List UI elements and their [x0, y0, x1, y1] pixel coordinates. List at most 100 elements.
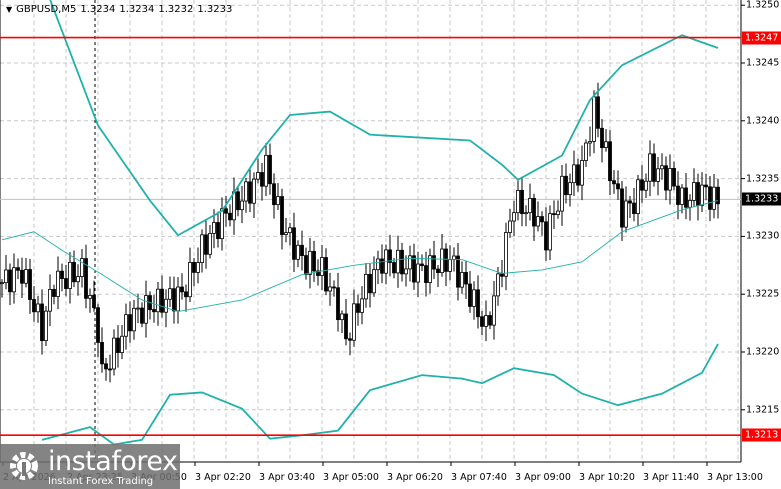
- candle-body: [240, 200, 244, 211]
- logo-name: instaforex: [48, 446, 178, 477]
- candle-body: [660, 165, 664, 170]
- candle-body: [396, 249, 400, 274]
- candle-body: [216, 222, 220, 240]
- high-value: 1.3234: [119, 4, 155, 15]
- candle-body: [8, 269, 12, 293]
- candle-body: [208, 232, 212, 255]
- candle-body: [348, 338, 352, 341]
- chart-title: ▼ GBPUSD,M5 1.3234 1.3234 1.3232 1.3233: [6, 4, 232, 15]
- candle-body: [92, 295, 96, 309]
- trading-chart-window: ▼ GBPUSD,M5 1.3234 1.3234 1.3232 1.3233 …: [0, 0, 781, 489]
- candle-body: [688, 200, 692, 208]
- candle-body: [628, 200, 632, 204]
- candle-body: [704, 184, 708, 188]
- candle-body: [176, 286, 180, 312]
- candle-body: [580, 160, 584, 186]
- candle-body: [604, 141, 608, 149]
- candle-body: [184, 291, 188, 298]
- candle-body: [504, 232, 508, 277]
- candle-body: [268, 154, 272, 185]
- candle-body: [244, 181, 248, 202]
- candle-body: [156, 288, 160, 313]
- candle-body: [304, 255, 308, 275]
- candle-body: [68, 261, 72, 289]
- candle-body: [696, 182, 700, 206]
- candle-body: [612, 180, 616, 185]
- candle-body: [556, 210, 560, 216]
- candle-body: [364, 274, 368, 300]
- price-axis-label: 1.3250: [746, 0, 780, 11]
- candle-body: [380, 258, 384, 274]
- candle-body: [600, 127, 604, 149]
- candle-body: [100, 342, 104, 365]
- candle-body: [320, 257, 324, 276]
- candle-body: [368, 274, 372, 294]
- level-price-tag: 1.3213: [742, 428, 781, 442]
- candle-body: [636, 179, 640, 214]
- candle-body: [460, 272, 464, 288]
- candle-body: [428, 255, 432, 283]
- price-axis-label: 1.3220: [746, 346, 780, 358]
- candle-body: [28, 269, 32, 300]
- dropdown-triangle-icon[interactable]: ▼: [6, 5, 12, 14]
- time-axis-label: 3 Apr 11:40: [643, 472, 699, 483]
- candle-body: [48, 288, 52, 312]
- candle-body: [20, 269, 24, 284]
- candle-body: [328, 286, 332, 292]
- gear-logo-icon: [10, 452, 38, 480]
- candle-body: [408, 255, 412, 270]
- candle-body: [548, 213, 552, 251]
- candle-body: [676, 185, 680, 205]
- candle-body: [32, 299, 36, 313]
- candle-body: [196, 262, 200, 273]
- candle-body: [140, 307, 144, 324]
- price-axis-label: 1.3225: [746, 288, 780, 300]
- candle-body: [540, 216, 544, 223]
- logo-tagline: Instant Forex Trading: [48, 476, 154, 487]
- candle-body: [204, 234, 208, 255]
- candle-body: [416, 263, 420, 283]
- candle-body: [424, 265, 428, 283]
- candle-body: [640, 179, 644, 191]
- candle-body: [608, 141, 612, 182]
- candle-body: [404, 268, 408, 275]
- time-axis-label: 3 Apr 10:20: [579, 472, 635, 483]
- candle-body: [116, 337, 120, 353]
- time-axis-label: 3 Apr 05:00: [323, 472, 379, 483]
- candle-body: [376, 258, 380, 271]
- candle-body: [260, 172, 264, 187]
- candle-body: [152, 309, 156, 313]
- candle-body: [652, 153, 656, 182]
- candle-body: [192, 261, 196, 273]
- candle-body: [164, 298, 168, 313]
- candle-body: [476, 289, 480, 318]
- candle-body: [188, 261, 192, 298]
- candle-body: [412, 255, 416, 283]
- current-price-tag: 1.3233: [742, 192, 781, 206]
- candle-body: [0, 282, 4, 285]
- price-chart[interactable]: [0, 0, 781, 489]
- candle-body: [104, 363, 108, 370]
- bollinger-lower-band: [41, 343, 719, 446]
- candle-body: [4, 269, 8, 284]
- candle-body: [624, 200, 628, 228]
- candle-body: [288, 227, 292, 234]
- candle-body: [692, 182, 696, 201]
- candle-body: [392, 262, 396, 274]
- candle-body: [60, 270, 64, 279]
- candle-body: [484, 315, 488, 327]
- candle-body: [488, 315, 492, 326]
- candle-body: [340, 313, 344, 321]
- time-axis-label: 3 Apr 03:40: [259, 472, 315, 483]
- candle-body: [372, 269, 376, 294]
- candle-body: [76, 276, 80, 283]
- candle-body: [480, 316, 484, 327]
- candle-body: [716, 186, 720, 205]
- candle-body: [296, 244, 300, 260]
- candle-body: [552, 213, 556, 216]
- candle-body: [644, 180, 648, 191]
- candle-body: [280, 196, 284, 235]
- candle-body: [456, 255, 460, 288]
- candle-body: [616, 183, 620, 190]
- candle-body: [312, 250, 316, 272]
